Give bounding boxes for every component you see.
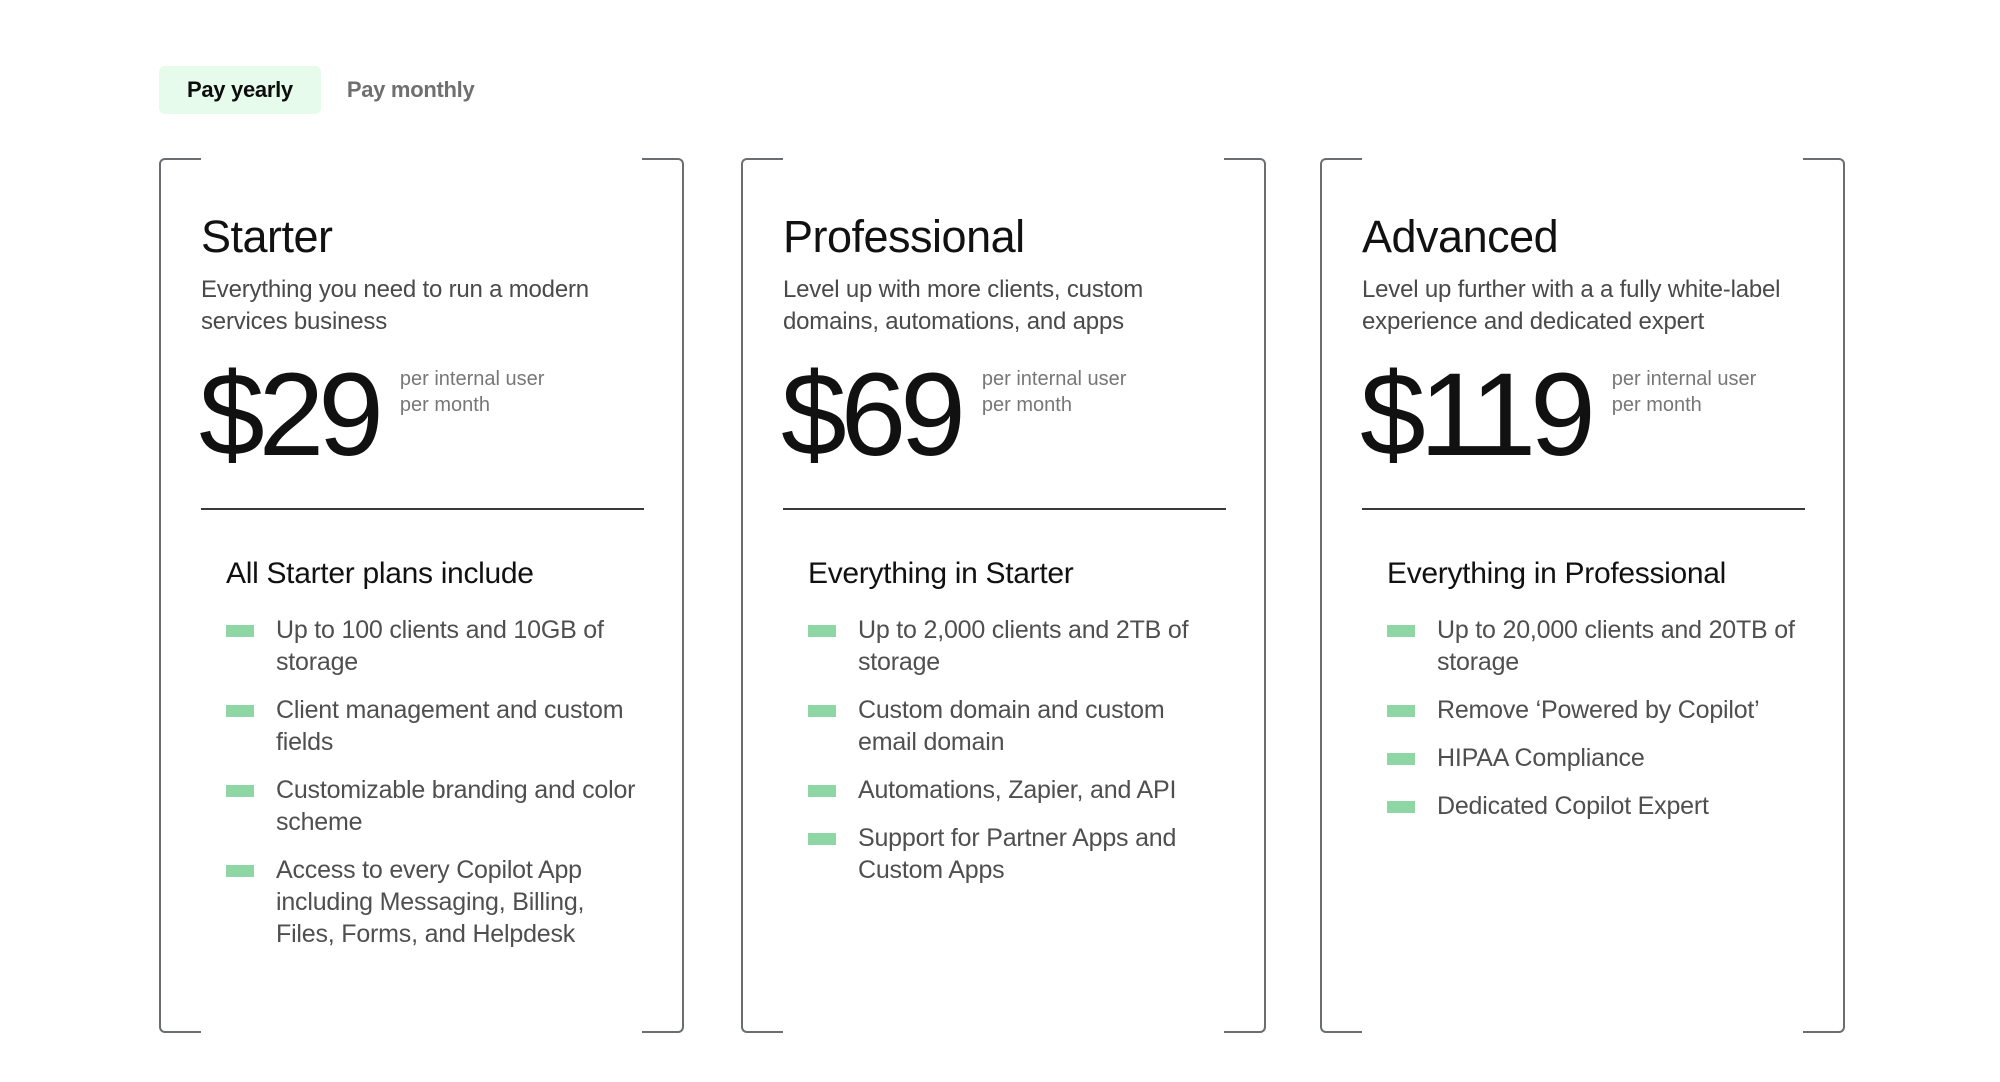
plan-name: Professional <box>783 211 1025 262</box>
features-heading: All Starter plans include <box>226 557 534 590</box>
bullet-marker-icon <box>226 705 254 717</box>
bullet-marker-icon <box>1387 705 1415 717</box>
feature-text: Custom domain and custom email domain <box>858 696 1165 756</box>
card-border-left <box>1320 158 1362 1033</box>
price-row: $69 per internal user per month <box>781 349 1224 482</box>
bullet-marker-icon <box>808 705 836 717</box>
feature-item: Support for Partner Apps and Custom Apps <box>808 822 1224 886</box>
bullet-marker-icon <box>808 785 836 797</box>
feature-list: Up to 2,000 clients and 2TB of storage C… <box>808 614 1224 886</box>
feature-text: Customizable branding and color scheme <box>276 776 636 836</box>
bullet-marker-icon <box>1387 753 1415 765</box>
feature-item: HIPAA Compliance <box>1387 742 1803 774</box>
price-unit: per internal user per month <box>400 366 545 418</box>
bullet-marker-icon <box>1387 801 1415 813</box>
feature-text: HIPAA Compliance <box>1437 744 1645 772</box>
feature-item: Automations, Zapier, and API <box>808 774 1224 806</box>
plan-description: Level up further with a a fully white-la… <box>1362 276 1781 335</box>
price-unit-line2: per month <box>399 394 490 416</box>
feature-item: Up to 20,000 clients and 20TB of storage <box>1387 614 1803 678</box>
bullet-marker-icon <box>226 865 254 877</box>
bullet-marker-icon <box>1387 625 1415 637</box>
plan-card-starter: Starter Everything you need to run a mod… <box>159 158 684 1033</box>
features-section: All Starter plans include Up to 100 clie… <box>226 554 642 950</box>
feature-item: Custom domain and custom email domain <box>808 694 1224 758</box>
feature-item: Customizable branding and color scheme <box>226 774 642 838</box>
bullet-marker-icon <box>226 785 254 797</box>
feature-text: Automations, Zapier, and API <box>858 776 1177 804</box>
feature-item: Access to every Copilot App including Me… <box>226 854 642 950</box>
bullet-marker-icon <box>808 625 836 637</box>
divider <box>201 508 644 510</box>
feature-text: Up to 20,000 clients and 20TB of storage <box>1437 616 1795 676</box>
feature-list: Up to 100 clients and 10GB of storage Cl… <box>226 614 642 950</box>
feature-text: Dedicated Copilot Expert <box>1437 792 1709 820</box>
card-border-right <box>1803 158 1845 1033</box>
feature-item: Up to 100 clients and 10GB of storage <box>226 614 642 678</box>
plan-name: Starter <box>201 211 333 262</box>
price-unit: per internal user per month <box>1612 366 1757 418</box>
feature-item: Dedicated Copilot Expert <box>1387 790 1803 822</box>
price-unit: per internal user per month <box>982 366 1127 418</box>
price-unit-line2: per month <box>981 394 1072 416</box>
card-border-left <box>159 158 201 1033</box>
price-row: $119 per internal user per month <box>1360 349 1803 482</box>
billing-period-toggle: Pay yearly Pay monthly <box>159 66 502 114</box>
plan-card-professional: Professional Level up with more clients,… <box>741 158 1266 1033</box>
feature-text: Up to 2,000 clients and 2TB of storage <box>858 616 1189 676</box>
plan-description: Everything you need to run a modern serv… <box>201 276 589 335</box>
price-unit-line2: per month <box>1611 394 1702 416</box>
divider <box>1362 508 1805 510</box>
feature-text: Client management and custom fields <box>276 696 624 756</box>
plan-price: $119 <box>1360 349 1596 481</box>
feature-text: Remove ‘Powered by Copilot’ <box>1437 696 1760 724</box>
card-border-right <box>642 158 684 1033</box>
feature-text: Support for Partner Apps and Custom Apps <box>858 824 1177 884</box>
card-border-left <box>741 158 783 1033</box>
feature-text: Access to every Copilot App including Me… <box>276 856 585 948</box>
plan-price: $69 <box>781 349 966 481</box>
bullet-marker-icon <box>808 833 836 845</box>
feature-text: Up to 100 clients and 10GB of storage <box>276 616 604 676</box>
pay-monthly-tab[interactable]: Pay monthly <box>321 66 503 114</box>
plan-description: Level up with more clients, custom domai… <box>783 276 1144 335</box>
price-unit-line1: per internal user <box>981 368 1127 390</box>
plan-name: Advanced <box>1362 211 1559 262</box>
price-row: $29 per internal user per month <box>199 349 642 482</box>
feature-list: Up to 20,000 clients and 20TB of storage… <box>1387 614 1803 822</box>
divider <box>783 508 1226 510</box>
feature-item: Remove ‘Powered by Copilot’ <box>1387 694 1803 726</box>
pay-yearly-tab[interactable]: Pay yearly <box>159 66 321 114</box>
price-unit-line1: per internal user <box>399 368 545 390</box>
features-section: Everything in Professional Up to 20,000 … <box>1387 554 1803 822</box>
price-unit-line1: per internal user <box>1611 368 1757 390</box>
plan-price: $29 <box>199 349 384 481</box>
feature-item: Client management and custom fields <box>226 694 642 758</box>
plan-card-advanced: Advanced Level up further with a a fully… <box>1320 158 1845 1033</box>
bullet-marker-icon <box>226 625 254 637</box>
features-heading: Everything in Starter <box>808 557 1074 590</box>
features-section: Everything in Starter Up to 2,000 client… <box>808 554 1224 886</box>
card-border-right <box>1224 158 1266 1033</box>
feature-item: Up to 2,000 clients and 2TB of storage <box>808 614 1224 678</box>
features-heading: Everything in Professional <box>1387 557 1727 590</box>
